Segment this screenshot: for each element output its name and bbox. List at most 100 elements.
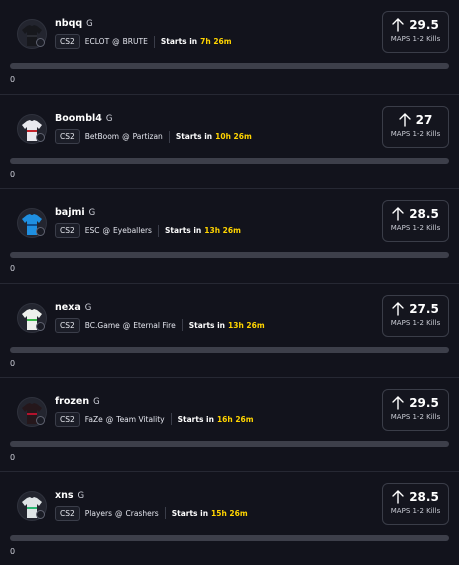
- arrow-up-icon: [392, 301, 404, 316]
- vs-symbol: @: [122, 132, 130, 142]
- projection-button[interactable]: 27 MAPS 1-2 Kills: [382, 106, 449, 149]
- team-name: BC.Game: [84, 320, 120, 330]
- match-info: CS2 ECLOT @ BRUTE Starts in 7h 26m: [55, 34, 232, 49]
- starts-time: 10h 26m: [215, 132, 252, 142]
- projection-line: 29.5: [409, 395, 439, 410]
- progress-count: 0: [10, 170, 16, 180]
- arrow-up-icon: [398, 113, 411, 127]
- match-info: CS2 BC.Game @ Eternal Fire Starts in 13h…: [55, 317, 265, 333]
- progress-count: 0: [10, 264, 16, 274]
- progress-count: 0: [10, 75, 16, 84]
- projection-line: 29.5: [409, 18, 439, 32]
- player-position: G: [77, 490, 85, 501]
- player-position: G: [84, 302, 92, 313]
- progress-bar: [10, 534, 449, 541]
- pick-card[interactable]: frozen G CS2 FaZe @ Team Vitality Starts …: [0, 376, 459, 471]
- team-name: ECLOT: [84, 37, 110, 46]
- starts-label: Starts in: [175, 132, 213, 142]
- divider: [153, 35, 155, 48]
- pick-card[interactable]: bajmi G CS2 ESC @ Eyeballers Starts in 13…: [0, 188, 459, 282]
- pick-card[interactable]: nbqq G CS2 ECLOT @ BRUTE Starts in 7h 26m…: [0, 0, 459, 94]
- game-tag: CS2: [55, 223, 80, 239]
- projection-line: 27.5: [409, 301, 439, 316]
- starts-label: Starts in: [171, 508, 209, 518]
- stat-type: MAPS 1-2 Kills: [390, 318, 441, 327]
- progress-bar: [10, 63, 449, 69]
- pick-card[interactable]: nexa G CS2 BC.Game @ Eternal Fire Starts …: [0, 282, 459, 377]
- projection-line: 27: [415, 113, 433, 128]
- stat-type: MAPS 1-2 Kills: [390, 130, 441, 139]
- player-position: G: [93, 396, 100, 407]
- starts-label: Starts in: [177, 414, 214, 424]
- game-tag: CS2: [55, 411, 80, 427]
- progress-bar: [10, 440, 449, 447]
- team-badge-icon: [36, 509, 45, 519]
- starts-time: 15h 26m: [211, 508, 248, 518]
- projection-button[interactable]: 27.5 MAPS 1-2 Kills: [382, 294, 449, 337]
- match-info: CS2 ESC @ Eyeballers Starts in 13h 26m: [55, 223, 241, 239]
- arrow-up-icon: [392, 396, 404, 410]
- team-name: ESC: [84, 226, 100, 236]
- projection-line: 28.5: [409, 207, 439, 222]
- projection-button[interactable]: 28.5 MAPS 1-2 Kills: [382, 482, 449, 525]
- pick-card[interactable]: xns G CS2 Players @ Crashers Starts in 15…: [0, 470, 459, 565]
- match-info: CS2 Players @ Crashers Starts in 15h 26m: [55, 505, 248, 521]
- divider: [170, 413, 172, 426]
- player-name[interactable]: Boombl4: [55, 113, 102, 124]
- player-name[interactable]: nbqq: [55, 18, 82, 29]
- projection-button[interactable]: 29.5 MAPS 1-2 Kills: [382, 388, 449, 431]
- team-badge-icon: [36, 38, 45, 47]
- match-info: CS2 BetBoom @ Partizan Starts in 10h 26m: [55, 129, 252, 145]
- vs-symbol: @: [122, 320, 131, 330]
- starts-label: Starts in: [160, 37, 198, 46]
- stat-type: MAPS 1-2 Kills: [390, 35, 441, 43]
- team-name: Players: [84, 508, 113, 518]
- starts-time: 13h 26m: [204, 226, 241, 236]
- player-name[interactable]: nexa: [55, 302, 81, 313]
- divider: [164, 507, 166, 520]
- arrow-up-icon: [392, 18, 404, 32]
- game-tag: CS2: [55, 34, 80, 49]
- progress-count: 0: [10, 358, 16, 368]
- divider: [181, 319, 183, 332]
- game-tag: CS2: [55, 505, 80, 521]
- opponent-name: Eternal Fire: [133, 320, 176, 330]
- match-info: CS2 FaZe @ Team Vitality Starts in 16h 2…: [55, 411, 254, 427]
- opponent-name: Eyeballers: [113, 226, 152, 236]
- stat-type: MAPS 1-2 Kills: [390, 506, 441, 515]
- projection-line: 28.5: [409, 489, 439, 504]
- divider: [157, 224, 159, 237]
- progress-count: 0: [10, 546, 16, 556]
- vs-symbol: @: [102, 226, 111, 236]
- arrow-up-icon: [392, 207, 404, 222]
- projection-button[interactable]: 28.5 MAPS 1-2 Kills: [382, 200, 449, 243]
- game-tag: CS2: [55, 129, 80, 145]
- starts-time: 7h 26m: [200, 37, 232, 46]
- divider: [168, 130, 170, 143]
- player-name[interactable]: frozen: [55, 396, 89, 407]
- stat-type: MAPS 1-2 Kills: [390, 412, 441, 421]
- team-badge-icon: [36, 133, 45, 143]
- pick-card[interactable]: Boombl4 G CS2 BetBoom @ Partizan Starts i…: [0, 94, 459, 188]
- projection-button[interactable]: 29.5 MAPS 1-2 Kills: [382, 11, 449, 53]
- team-name: FaZe: [84, 414, 103, 424]
- progress-bar: [10, 158, 449, 165]
- starts-time: 16h 26m: [216, 414, 254, 424]
- starts-label: Starts in: [188, 320, 226, 330]
- team-badge-icon: [36, 227, 45, 237]
- opponent-name: Team Vitality: [116, 414, 165, 424]
- player-position: G: [86, 19, 93, 29]
- player-name[interactable]: xns: [55, 490, 74, 501]
- team-badge-icon: [36, 415, 45, 425]
- starts-time: 13h 26m: [228, 320, 265, 330]
- opponent-name: Crashers: [125, 508, 159, 518]
- player-position: G: [105, 114, 113, 125]
- starts-label: Starts in: [164, 226, 202, 236]
- vs-symbol: @: [115, 508, 123, 518]
- game-tag: CS2: [55, 317, 80, 333]
- player-position: G: [88, 208, 96, 219]
- progress-bar: [10, 346, 449, 353]
- player-name[interactable]: bajmi: [55, 207, 85, 218]
- team-badge-icon: [36, 321, 45, 331]
- vs-symbol: @: [105, 414, 114, 424]
